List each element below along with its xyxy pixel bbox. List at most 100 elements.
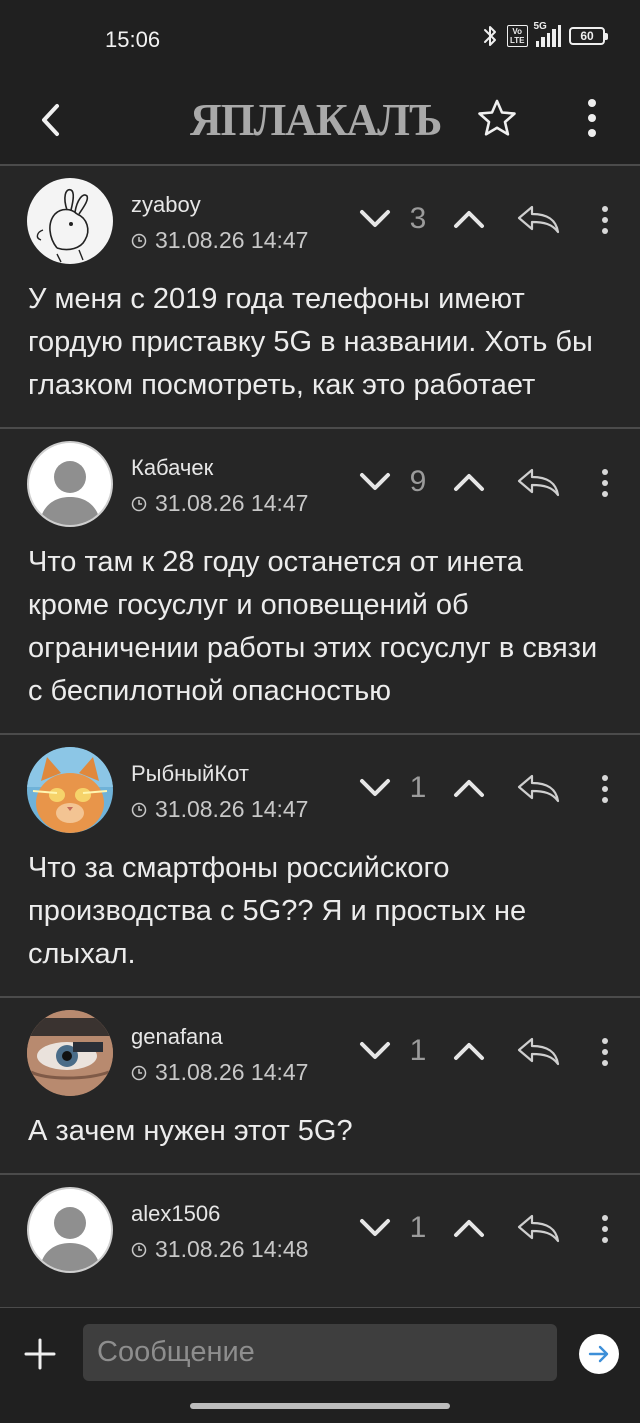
clock-icon: [131, 1242, 147, 1257]
comment-menu-button[interactable]: [592, 769, 618, 809]
vertical-dots-icon: [602, 206, 608, 212]
app-header: ЯПЛАКАЛЪ: [0, 80, 640, 164]
volte-icon: Vo LTE: [506, 25, 528, 47]
vertical-dots-icon: [602, 1215, 608, 1221]
chevron-up-icon: [454, 1220, 484, 1237]
send-arrow-icon: [588, 1345, 609, 1363]
vote-down-button[interactable]: [356, 768, 394, 808]
clock-icon: [131, 233, 147, 248]
star-icon: [478, 99, 516, 136]
vote-up-button[interactable]: [450, 768, 488, 808]
reply-button[interactable]: [515, 1211, 561, 1245]
avatar[interactable]: [27, 178, 113, 264]
comment-menu-button[interactable]: [592, 1209, 618, 1249]
chevron-up-icon: [454, 211, 484, 228]
avatar[interactable]: [27, 1010, 113, 1096]
comment-username[interactable]: zyaboy: [131, 192, 201, 218]
chevron-down-icon: [360, 473, 390, 490]
comment-text: А зачем нужен этот 5G?: [28, 1115, 353, 1147]
comment: zyaboy 31.08.26 14:47 3 У меня с 2019 го…: [0, 166, 640, 429]
back-button[interactable]: [30, 92, 70, 148]
reply-button[interactable]: [515, 1034, 561, 1068]
comment-rating: 3: [409, 202, 427, 235]
comment-text: Что там к 28 году останется от инета кро…: [28, 546, 598, 707]
reply-button[interactable]: [515, 771, 561, 805]
send-button[interactable]: [579, 1334, 619, 1374]
comment-date: 31.08.26 14:48: [131, 1236, 308, 1263]
vote-up-button[interactable]: [450, 1031, 488, 1071]
comment-username[interactable]: genafana: [131, 1024, 223, 1050]
chevron-left-icon: [42, 104, 59, 136]
comment: alex1506 31.08.26 14:48 1: [0, 1175, 640, 1308]
clock-icon: [131, 802, 147, 817]
comment-rating: 9: [409, 465, 427, 498]
cat-photo-avatar: [27, 747, 113, 833]
chevron-up-icon: [454, 474, 484, 491]
bluetooth-icon: [483, 26, 496, 46]
vote-down-button[interactable]: [356, 462, 394, 502]
chevron-down-icon: [360, 210, 390, 227]
vote-down-button[interactable]: [356, 199, 394, 239]
comment-date: 31.08.26 14:47: [131, 1059, 308, 1086]
status-time: 15:06: [105, 27, 161, 52]
comment: РыбныйКот 31.08.26 14:47 1 Что за смартф…: [0, 735, 640, 998]
avatar[interactable]: [27, 747, 113, 833]
clock-icon: [131, 496, 147, 511]
reply-icon: [517, 774, 560, 803]
comment: genafana 31.08.26 14:47 1 А зачем нужен …: [0, 998, 640, 1175]
overflow-menu-button[interactable]: [574, 90, 610, 146]
vote-down-button[interactable]: [356, 1031, 394, 1071]
comment-username[interactable]: РыбныйКот: [131, 761, 249, 787]
chevron-down-icon: [360, 779, 390, 796]
avatar[interactable]: [27, 1187, 113, 1273]
battery-level: 60: [569, 27, 605, 45]
reply-icon: [517, 205, 560, 234]
comment-text: У меня с 2019 года телефоны имеют гордую…: [28, 283, 593, 401]
vertical-dots-icon: [602, 469, 608, 475]
message-input[interactable]: [83, 1324, 557, 1381]
reply-icon: [517, 1037, 560, 1066]
comment-text: Что за смартфоны российского производств…: [28, 852, 527, 970]
site-logo[interactable]: ЯПЛАКАЛЪ: [190, 89, 442, 149]
reply-button[interactable]: [515, 202, 561, 236]
comment-username[interactable]: alex1506: [131, 1201, 220, 1227]
avatar[interactable]: [27, 441, 113, 527]
chevron-up-icon: [454, 1043, 484, 1060]
vertical-dots-icon: [588, 99, 596, 107]
vote-up-button[interactable]: [450, 1208, 488, 1248]
status-icons: Vo LTE 5G 60: [481, 21, 608, 48]
chevron-up-icon: [454, 780, 484, 797]
comment-menu-button[interactable]: [592, 1032, 618, 1072]
vote-down-button[interactable]: [356, 1208, 394, 1248]
comment-menu-button[interactable]: [592, 463, 618, 503]
reply-icon: [517, 1214, 560, 1243]
vote-up-button[interactable]: [450, 199, 488, 239]
comment-rating: 1: [409, 1211, 427, 1244]
eye-photo-avatar: [27, 1010, 113, 1096]
clock-icon: [131, 1065, 147, 1080]
comments-feed[interactable]: zyaboy 31.08.26 14:47 3 У меня с 2019 го…: [0, 166, 640, 1308]
comment-date: 31.08.26 14:47: [131, 227, 308, 254]
comment-rating: 1: [409, 771, 427, 804]
vertical-dots-icon: [602, 775, 608, 781]
comment-username[interactable]: Кабачек: [131, 455, 213, 481]
message-composer: [0, 1308, 640, 1423]
favorite-button[interactable]: [474, 90, 520, 146]
reply-button[interactable]: [515, 465, 561, 499]
battery-icon: 60: [569, 27, 608, 45]
chevron-down-icon: [360, 1042, 390, 1059]
comment: Кабачек 31.08.26 14:47 9 Что там к 28 го…: [0, 429, 640, 735]
reply-icon: [517, 468, 560, 497]
comment-text: [0, 1283, 640, 1307]
chevron-down-icon: [360, 1219, 390, 1236]
comment-rating: 1: [409, 1034, 427, 1067]
home-indicator[interactable]: [190, 1403, 450, 1409]
rabbit-sketch-avatar: [36, 188, 89, 263]
vertical-dots-icon: [602, 1038, 608, 1044]
comment-date: 31.08.26 14:47: [131, 490, 308, 517]
vote-up-button[interactable]: [450, 462, 488, 502]
plus-icon[interactable]: [22, 1336, 58, 1372]
comment-date: 31.08.26 14:47: [131, 796, 308, 823]
default-user-avatar: [39, 461, 101, 525]
comment-menu-button[interactable]: [592, 200, 618, 240]
